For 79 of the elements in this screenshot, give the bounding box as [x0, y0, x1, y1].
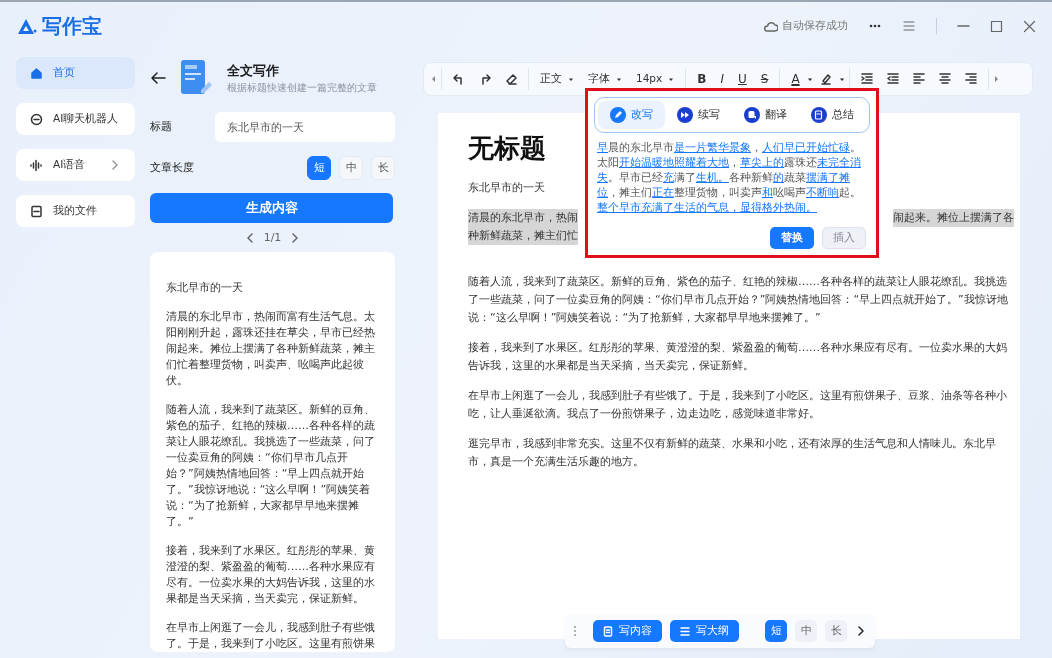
caret-icon [568, 76, 574, 82]
result-paragraph: 接着，我来到了水果区。红彤彤的苹果、黄澄澄的梨、紫盈盈的葡萄……各种水果应有尽有。一位卖水果的大妈告诉我，这里的水果都是当天采摘，当天卖完，保证新鲜。 [166, 543, 376, 607]
waveform-icon [30, 158, 43, 172]
document-paragraph: 随着人流，我来到了蔬菜区。新鲜的豆角、紫色的茄子、红艳的辣椒……各种各样的蔬菜让人眼花缭乱。我挑选了一些蔬菜，问了一位卖豆角的阿姨：“你们早市几点开始？”阿姨热情地回答：“早上四点就开始了。”我惊讶地说：“这么早啊！”阿姨笑着说：“为了抢新鲜，大家都早早地来摆摊了。” [468, 274, 1009, 326]
document-icon [603, 625, 613, 637]
page-indicator: 1/1 [263, 229, 282, 246]
close-icon[interactable] [1023, 19, 1036, 33]
outdent-icon[interactable] [886, 73, 899, 85]
document-paragraph: 在早市上闲逛了一会儿，我感到肚子有些饿了。于是，我来到了小吃区。这里有煎饼果子、豆浆、油条等各种小吃，让人垂涎欲滴。我点了一份煎饼果子，边走边吃，感觉味道非常好。 [468, 388, 1008, 422]
rewrite-text: 早晨的东北早市是一片繁华景象，人们早已开始忙碌。太阳开始温暖地照耀着大地，草尖上的露珠还未完全消失。早市已经充满了生机。各种新鲜的蔬菜摆满了摊位，摊主们正在整理货物，叫卖声和吆喝声不断响起。 整个早市充满了生活的气息，显得格外热闹。 [597, 140, 862, 215]
align-left-icon[interactable] [912, 73, 925, 85]
length-option[interactable]: 短 [307, 156, 331, 180]
length-option[interactable]: 长 [825, 620, 847, 642]
save-status: 自动保存成功 [782, 18, 848, 34]
document-paragraph: 逛完早市，我感到非常充实。这里不仅有新鲜的蔬菜、水果和小吃，还有浓厚的生活气息和人情味儿。东北早市，真是一个充满生活乐趣的地方。 [468, 436, 997, 470]
file-icon [30, 204, 43, 218]
result-paragraph: 东北早市的一天 [166, 280, 244, 296]
result-paragraph: 清晨的东北早市，热闹而富有生活气息。太阳刚刚升起，露珠还挂在草尖，早市已经热闹起来。摊位上摆满了各种新鲜蔬菜，摊主们忙着整理货物，叫卖声、吆喝声此起彼伏。 [166, 309, 376, 389]
maximize-icon[interactable] [990, 19, 1003, 33]
page-title: 全文写作 [227, 61, 280, 80]
size-dropdown[interactable]: 14px [629, 71, 682, 87]
fast-forward-icon [677, 107, 693, 123]
generate-button[interactable]: 生成内容 [150, 193, 393, 223]
popup-tab[interactable]: 续写 [665, 101, 732, 129]
italic-button[interactable]: I [713, 70, 731, 88]
back-arrow-icon[interactable] [150, 70, 167, 86]
document-subtitle: 东北早市的一天 [468, 180, 545, 196]
caret-icon [806, 76, 813, 82]
popup-tab[interactable]: 改写 [598, 101, 665, 129]
scroll-right-icon[interactable] [992, 74, 1000, 84]
chevron-right-icon[interactable] [855, 625, 867, 637]
document-text: 闹起来。摊位上摆满了各 [893, 209, 1014, 227]
style-dropdown[interactable]: 正文 [533, 71, 581, 87]
length-option[interactable]: 短 [765, 620, 787, 642]
title-label: 标题 [150, 118, 172, 135]
indent-icon[interactable] [860, 73, 873, 85]
caret-icon [838, 76, 845, 82]
bold-button[interactable]: B [690, 70, 714, 88]
drag-handle-icon[interactable] [573, 625, 577, 637]
list-icon [680, 625, 690, 637]
app-name: 写作宝 [42, 13, 102, 40]
caret-icon [616, 76, 622, 82]
sidebar-item[interactable]: AI语音 [16, 149, 135, 181]
underline-button[interactable]: U [730, 70, 754, 88]
text-color-button[interactable]: A [784, 70, 807, 88]
caret-icon [668, 76, 675, 82]
scroll-left-icon[interactable] [430, 74, 437, 84]
sidebar-item[interactable]: AI聊天机器人 [16, 103, 135, 135]
sidebar-item[interactable]: 首页 [16, 57, 135, 89]
chevron-right-icon [109, 159, 121, 171]
document-text: 清晨的东北早市，热闹 [468, 209, 578, 227]
sidebar-item[interactable]: 我的文件 [16, 195, 135, 227]
popup-tab[interactable]: 总结 [799, 101, 866, 129]
redo-icon[interactable] [479, 73, 491, 85]
popup-tab[interactable]: 翻译 [732, 101, 799, 129]
align-center-icon[interactable] [938, 73, 951, 85]
document-paragraph: 接着，我来到了水果区。红彤彤的苹果、黄澄澄的梨、紫盈盈的葡萄……各种水果应有尽有。一位卖水果的大妈告诉我，这里的水果都是当天采摘，当天卖完，保证新鲜。 [468, 340, 1008, 374]
eraser-icon[interactable] [505, 73, 517, 85]
highlighter-icon[interactable] [819, 73, 832, 85]
document-text: 种新鲜蔬菜，摊主们忙 [468, 227, 578, 245]
write-content-button[interactable]: 写内容 [593, 620, 662, 642]
result-paragraph: 在早市上闲逛了一会儿，我感到肚子有些饿了。于是，我来到了小吃区。这里有煎饼果 [166, 620, 376, 652]
result-paragraph: 随着人流，我来到了蔬菜区。新鲜的豆角、紫色的茄子、红艳的辣椒……各种各样的蔬菜让人眼花缭乱。我挑选了一些蔬菜，问了一位卖豆角的阿姨：“你们早市几点开始？”阿姨热情地回答：“早上四点就开始了。”我惊讶地说：“这么早啊！”阿姨笑着说：“为了抢新鲜，大家都早早地来摆摊了。” [166, 402, 376, 530]
length-option[interactable]: 中 [795, 620, 817, 642]
document-title: 无标题 [468, 132, 546, 165]
pencil-icon [610, 107, 626, 123]
font-dropdown[interactable]: 字体 [581, 71, 629, 87]
replace-button[interactable]: 替换 [770, 227, 814, 249]
write-outline-button[interactable]: 写大纲 [670, 620, 739, 642]
length-label: 文章长度 [150, 159, 194, 176]
cloud-icon [763, 19, 778, 33]
length-option[interactable]: 中 [339, 156, 363, 180]
strikethrough-button[interactable]: S [753, 70, 776, 88]
undo-icon[interactable] [453, 73, 465, 85]
home-icon [30, 66, 43, 80]
length-option[interactable]: 长 [371, 156, 395, 180]
title-input[interactable]: 东北早市的一天 [215, 112, 395, 142]
align-right-icon[interactable] [964, 73, 977, 85]
document-icon [181, 60, 213, 96]
